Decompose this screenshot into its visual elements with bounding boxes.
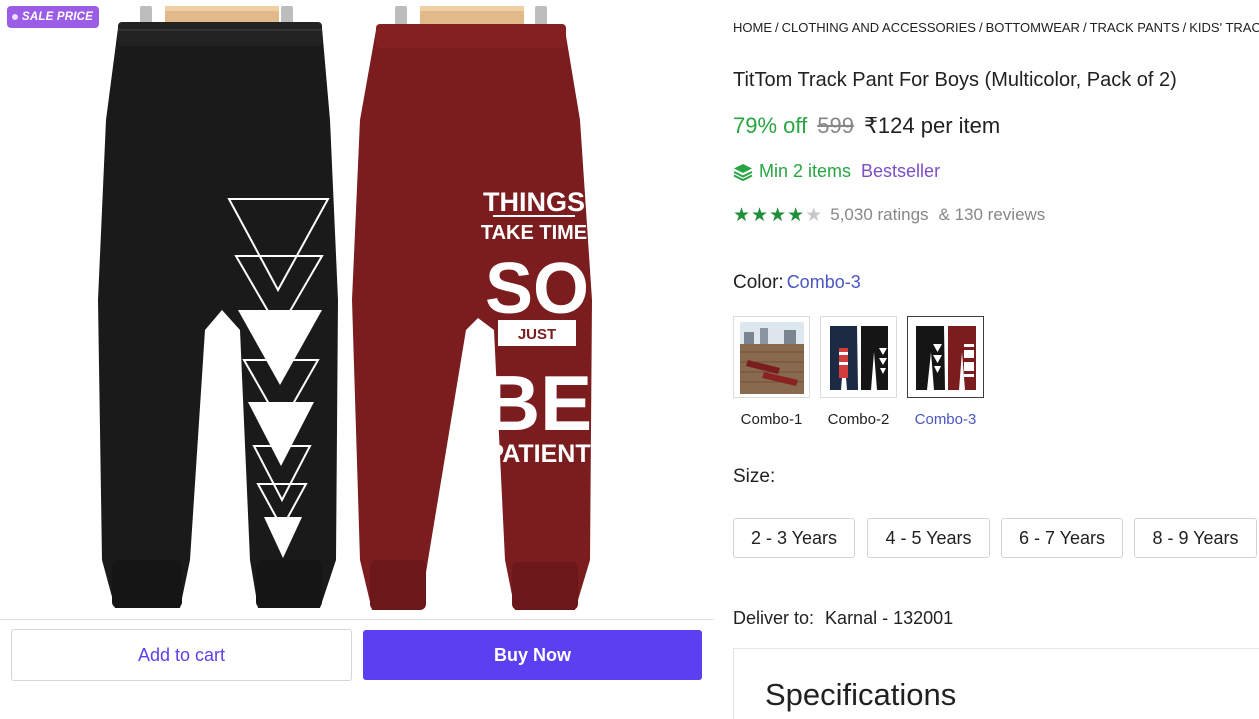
delivery-location[interactable]: Karnal - 132001 — [825, 608, 953, 628]
size-option-4-5-years[interactable]: 4 - 5 Years — [867, 518, 990, 558]
swatch-label-combo-3[interactable]: Combo-3 — [907, 411, 984, 428]
star-filled-icon: ★ — [751, 204, 769, 226]
size-option-8-9-years[interactable]: 8 - 9 Years — [1134, 518, 1257, 558]
star-filled-icon: ★ — [769, 204, 787, 226]
product-title: TitTom Track Pant For Boys (Multicolor, … — [733, 69, 1177, 91]
color-selector-label: Color: Combo-3 — [733, 272, 861, 294]
breadcrumb-separator: / — [1082, 20, 1087, 35]
breadcrumb-separator: / — [978, 20, 983, 35]
size-option-6-7-years[interactable]: 6 - 7 Years — [1001, 518, 1123, 558]
product-image-pane: THINGS TAKE TIME SO JUST BE PATIENT SALE… — [0, 0, 714, 719]
print-text-so: SO — [485, 249, 589, 329]
product-photo[interactable]: THINGS TAKE TIME SO JUST BE PATIENT — [0, 0, 714, 620]
breadcrumb: HOME / CLOTHING AND ACCESSORIES / BOTTOMWEAR… — [733, 20, 1259, 35]
combo-3-thumbnail — [914, 322, 978, 394]
selling-price: ₹124 per item — [863, 113, 1001, 138]
add-to-cart-button[interactable]: Add to cart — [11, 629, 352, 681]
print-text-take-time: TAKE TIME — [481, 222, 587, 244]
swatch-label-combo-2[interactable]: Combo-2 — [820, 411, 897, 428]
color-swatch-combo-3[interactable] — [907, 316, 984, 398]
star-filled-icon: ★ — [733, 204, 751, 226]
badge-dot-icon — [12, 14, 18, 20]
maroon-pants: THINGS TAKE TIME SO JUST BE PATIENT — [352, 24, 592, 610]
swatch-label-combo-1[interactable]: Combo-1 — [733, 411, 810, 428]
breadcrumb-track-pants[interactable]: TRACK PANTS — [1090, 20, 1180, 35]
rating-stars: ★ ★ ★ ★ ★ — [733, 206, 822, 225]
combo-1-thumbnail — [740, 322, 804, 394]
breadcrumb-kids-track[interactable]: KIDS' TRACK — [1189, 20, 1259, 35]
selected-color: Combo-3 — [786, 272, 861, 292]
rating-row[interactable]: ★ ★ ★ ★ ★ 5,030 ratings & 130 reviews — [733, 205, 1045, 225]
black-pants — [98, 22, 338, 608]
color-swatch-combo-2[interactable] — [820, 316, 897, 398]
delivery-row: Deliver to: Karnal - 132001 — [733, 608, 953, 629]
bestseller-tag: Bestseller — [861, 161, 941, 181]
breadcrumb-bottomwear[interactable]: BOTTOMWEAR — [986, 20, 1080, 35]
min-items: Min 2 items — [733, 161, 851, 182]
sale-price-badge: SALE PRICE — [7, 6, 100, 28]
original-price: 599 — [817, 113, 854, 138]
image-divider — [0, 619, 714, 620]
buy-now-button[interactable]: Buy Now — [363, 630, 702, 680]
size-label: Size: — [733, 466, 776, 487]
combo-2-thumbnail — [827, 322, 891, 394]
color-swatch-combo-1[interactable] — [733, 316, 810, 398]
reviews-count[interactable]: & 130 reviews — [939, 205, 1046, 225]
print-text-patient: PATIENT — [487, 440, 590, 468]
min-items-row: Min 2 items Bestseller — [733, 161, 940, 182]
color-label: Color: — [733, 272, 784, 293]
specifications-section: Specifications — [733, 648, 1259, 719]
star-filled-icon: ★ — [787, 204, 805, 226]
star-empty-icon: ★ — [805, 204, 823, 226]
size-option-2-3-years[interactable]: 2 - 3 Years — [733, 518, 855, 558]
ratings-count[interactable]: 5,030 ratings — [830, 205, 928, 225]
breadcrumb-home[interactable]: HOME — [733, 20, 772, 35]
sale-price-label: SALE PRICE — [22, 11, 94, 23]
price-row: 79% off 599 ₹124 per item — [733, 113, 1000, 139]
product-details: HOME / CLOTHING AND ACCESSORIES / BOTTOMWEAR… — [733, 0, 1259, 719]
layers-icon — [733, 163, 753, 181]
print-text-things: THINGS — [483, 187, 585, 217]
discount-percent: 79% off — [733, 113, 808, 138]
specifications-title: Specifications — [765, 677, 957, 712]
deliver-to-label: Deliver to: — [733, 608, 815, 628]
breadcrumb-clothing[interactable]: CLOTHING AND ACCESSORIES — [782, 20, 976, 35]
min-items-label: Min 2 items — [759, 161, 852, 181]
breadcrumb-separator: / — [775, 20, 779, 35]
breadcrumb-separator: / — [1182, 20, 1187, 35]
print-text-just: JUST — [518, 326, 556, 343]
print-text-be: BE — [484, 359, 592, 447]
